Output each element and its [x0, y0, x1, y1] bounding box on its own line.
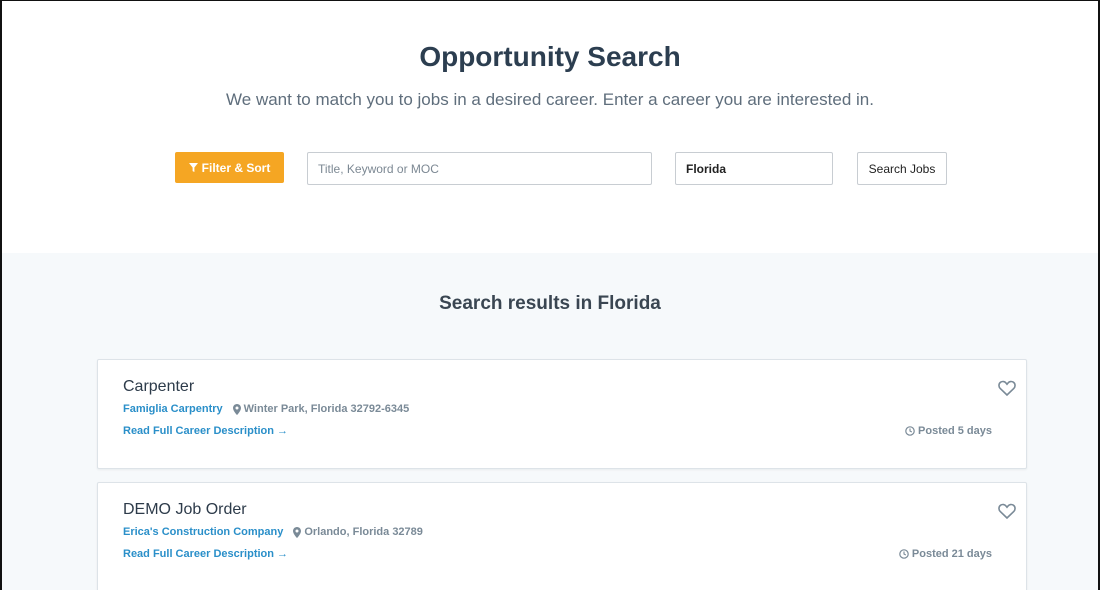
read-description-link[interactable]: Read Full Career Description →	[123, 425, 288, 437]
clock-icon	[905, 426, 915, 436]
posted-date: Posted 21 days	[899, 548, 992, 560]
posted-text: Posted 21 days	[911, 548, 992, 560]
page-frame: Opportunity Search We want to match you …	[0, 0, 1100, 590]
results-heading: Search results in Florida	[439, 293, 661, 314]
job-meta: Erica's Construction Company Orlando, Fl…	[123, 526, 423, 538]
job-location: Winter Park, Florida 32792-6345	[232, 403, 410, 415]
map-pin-icon	[232, 403, 241, 415]
job-title[interactable]: DEMO Job Order	[123, 501, 247, 519]
search-jobs-button[interactable]: Search Jobs	[857, 152, 947, 185]
clock-icon	[899, 549, 909, 559]
heart-outline-icon[interactable]	[998, 503, 1016, 519]
company-name[interactable]: Famiglia Carpentry	[123, 403, 223, 415]
job-location-text: Winter Park, Florida 32792-6345	[243, 403, 410, 415]
location-input[interactable]	[675, 152, 833, 185]
keyword-search-input[interactable]	[307, 152, 652, 185]
company-name[interactable]: Erica's Construction Company	[123, 526, 283, 538]
filter-sort-button[interactable]: Filter & Sort	[175, 152, 284, 183]
job-location: Orlando, Florida 32789	[293, 526, 423, 538]
page-subtitle: We want to match you to jobs in a desire…	[226, 90, 874, 109]
posted-text: Posted 5 days	[918, 425, 992, 437]
job-meta: Famiglia Carpentry Winter Park, Florida …	[123, 403, 409, 415]
funnel-icon	[188, 163, 198, 172]
job-location-text: Orlando, Florida 32789	[304, 526, 423, 538]
job-title[interactable]: Carpenter	[123, 378, 194, 396]
results-section: Search results in Florida Carpenter Fami…	[2, 253, 1098, 590]
map-pin-icon	[293, 526, 302, 538]
search-hero: Opportunity Search We want to match you …	[2, 1, 1098, 253]
page-title: Opportunity Search	[419, 41, 681, 72]
filter-sort-label: Filter & Sort	[201, 160, 271, 175]
job-card: Carpenter Famiglia Carpentry Winter Park…	[97, 359, 1027, 469]
heart-outline-icon[interactable]	[998, 380, 1016, 396]
read-description-link[interactable]: Read Full Career Description →	[123, 548, 288, 560]
job-card: DEMO Job Order Erica's Construction Comp…	[97, 482, 1027, 590]
posted-date: Posted 5 days	[905, 425, 992, 437]
